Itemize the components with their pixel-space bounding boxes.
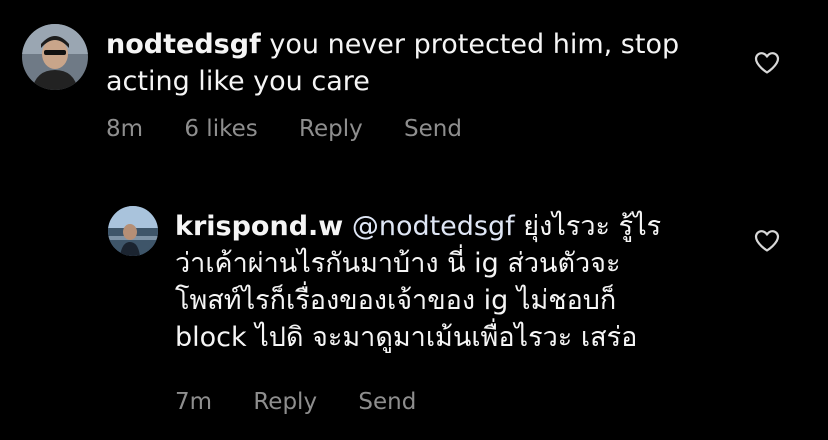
comment-meta: 8m 6 likes Reply Send bbox=[106, 116, 462, 142]
comment-text: nodtedsgf you never protected him, stop … bbox=[106, 26, 746, 100]
reply-button[interactable]: Reply bbox=[253, 389, 317, 415]
comment-timestamp: 7m bbox=[175, 389, 213, 415]
avatar[interactable] bbox=[108, 206, 158, 256]
comment-body-line: โพสท์ไรก็เรื่องของเจ้าของ ig ไม่ชอบก็ bbox=[175, 285, 617, 316]
send-button[interactable]: Send bbox=[404, 116, 462, 142]
send-button[interactable]: Send bbox=[358, 389, 416, 415]
heart-outline-icon[interactable] bbox=[754, 229, 780, 253]
comment-meta: 7m Reply Send bbox=[175, 389, 416, 415]
comment-timestamp: 8m bbox=[106, 116, 144, 142]
heart-outline-icon[interactable] bbox=[754, 51, 780, 75]
avatar[interactable] bbox=[22, 24, 88, 90]
likes-count[interactable]: 6 likes bbox=[184, 116, 257, 142]
comment-body-line: ยุ่งไรวะ รู้ไร bbox=[523, 211, 662, 242]
comment-username[interactable]: krispond.w bbox=[175, 211, 343, 242]
reply-button[interactable]: Reply bbox=[299, 116, 363, 142]
comment-body-line: ว่าเค้าผ่านไรกันมาบ้าง นี่ ig ส่วนตัวจะ bbox=[175, 248, 621, 279]
mention-link[interactable]: @nodtedsgf bbox=[352, 211, 515, 242]
comment-text: krispond.w @nodtedsgf ยุ่งไรวะ รู้ไร ว่า… bbox=[175, 208, 715, 356]
comment-body-line: block ไปดิ จะมาดูมาเม้นเพื่อไรวะ เสร่อ bbox=[175, 322, 638, 353]
comment-username[interactable]: nodtedsgf bbox=[106, 29, 261, 60]
